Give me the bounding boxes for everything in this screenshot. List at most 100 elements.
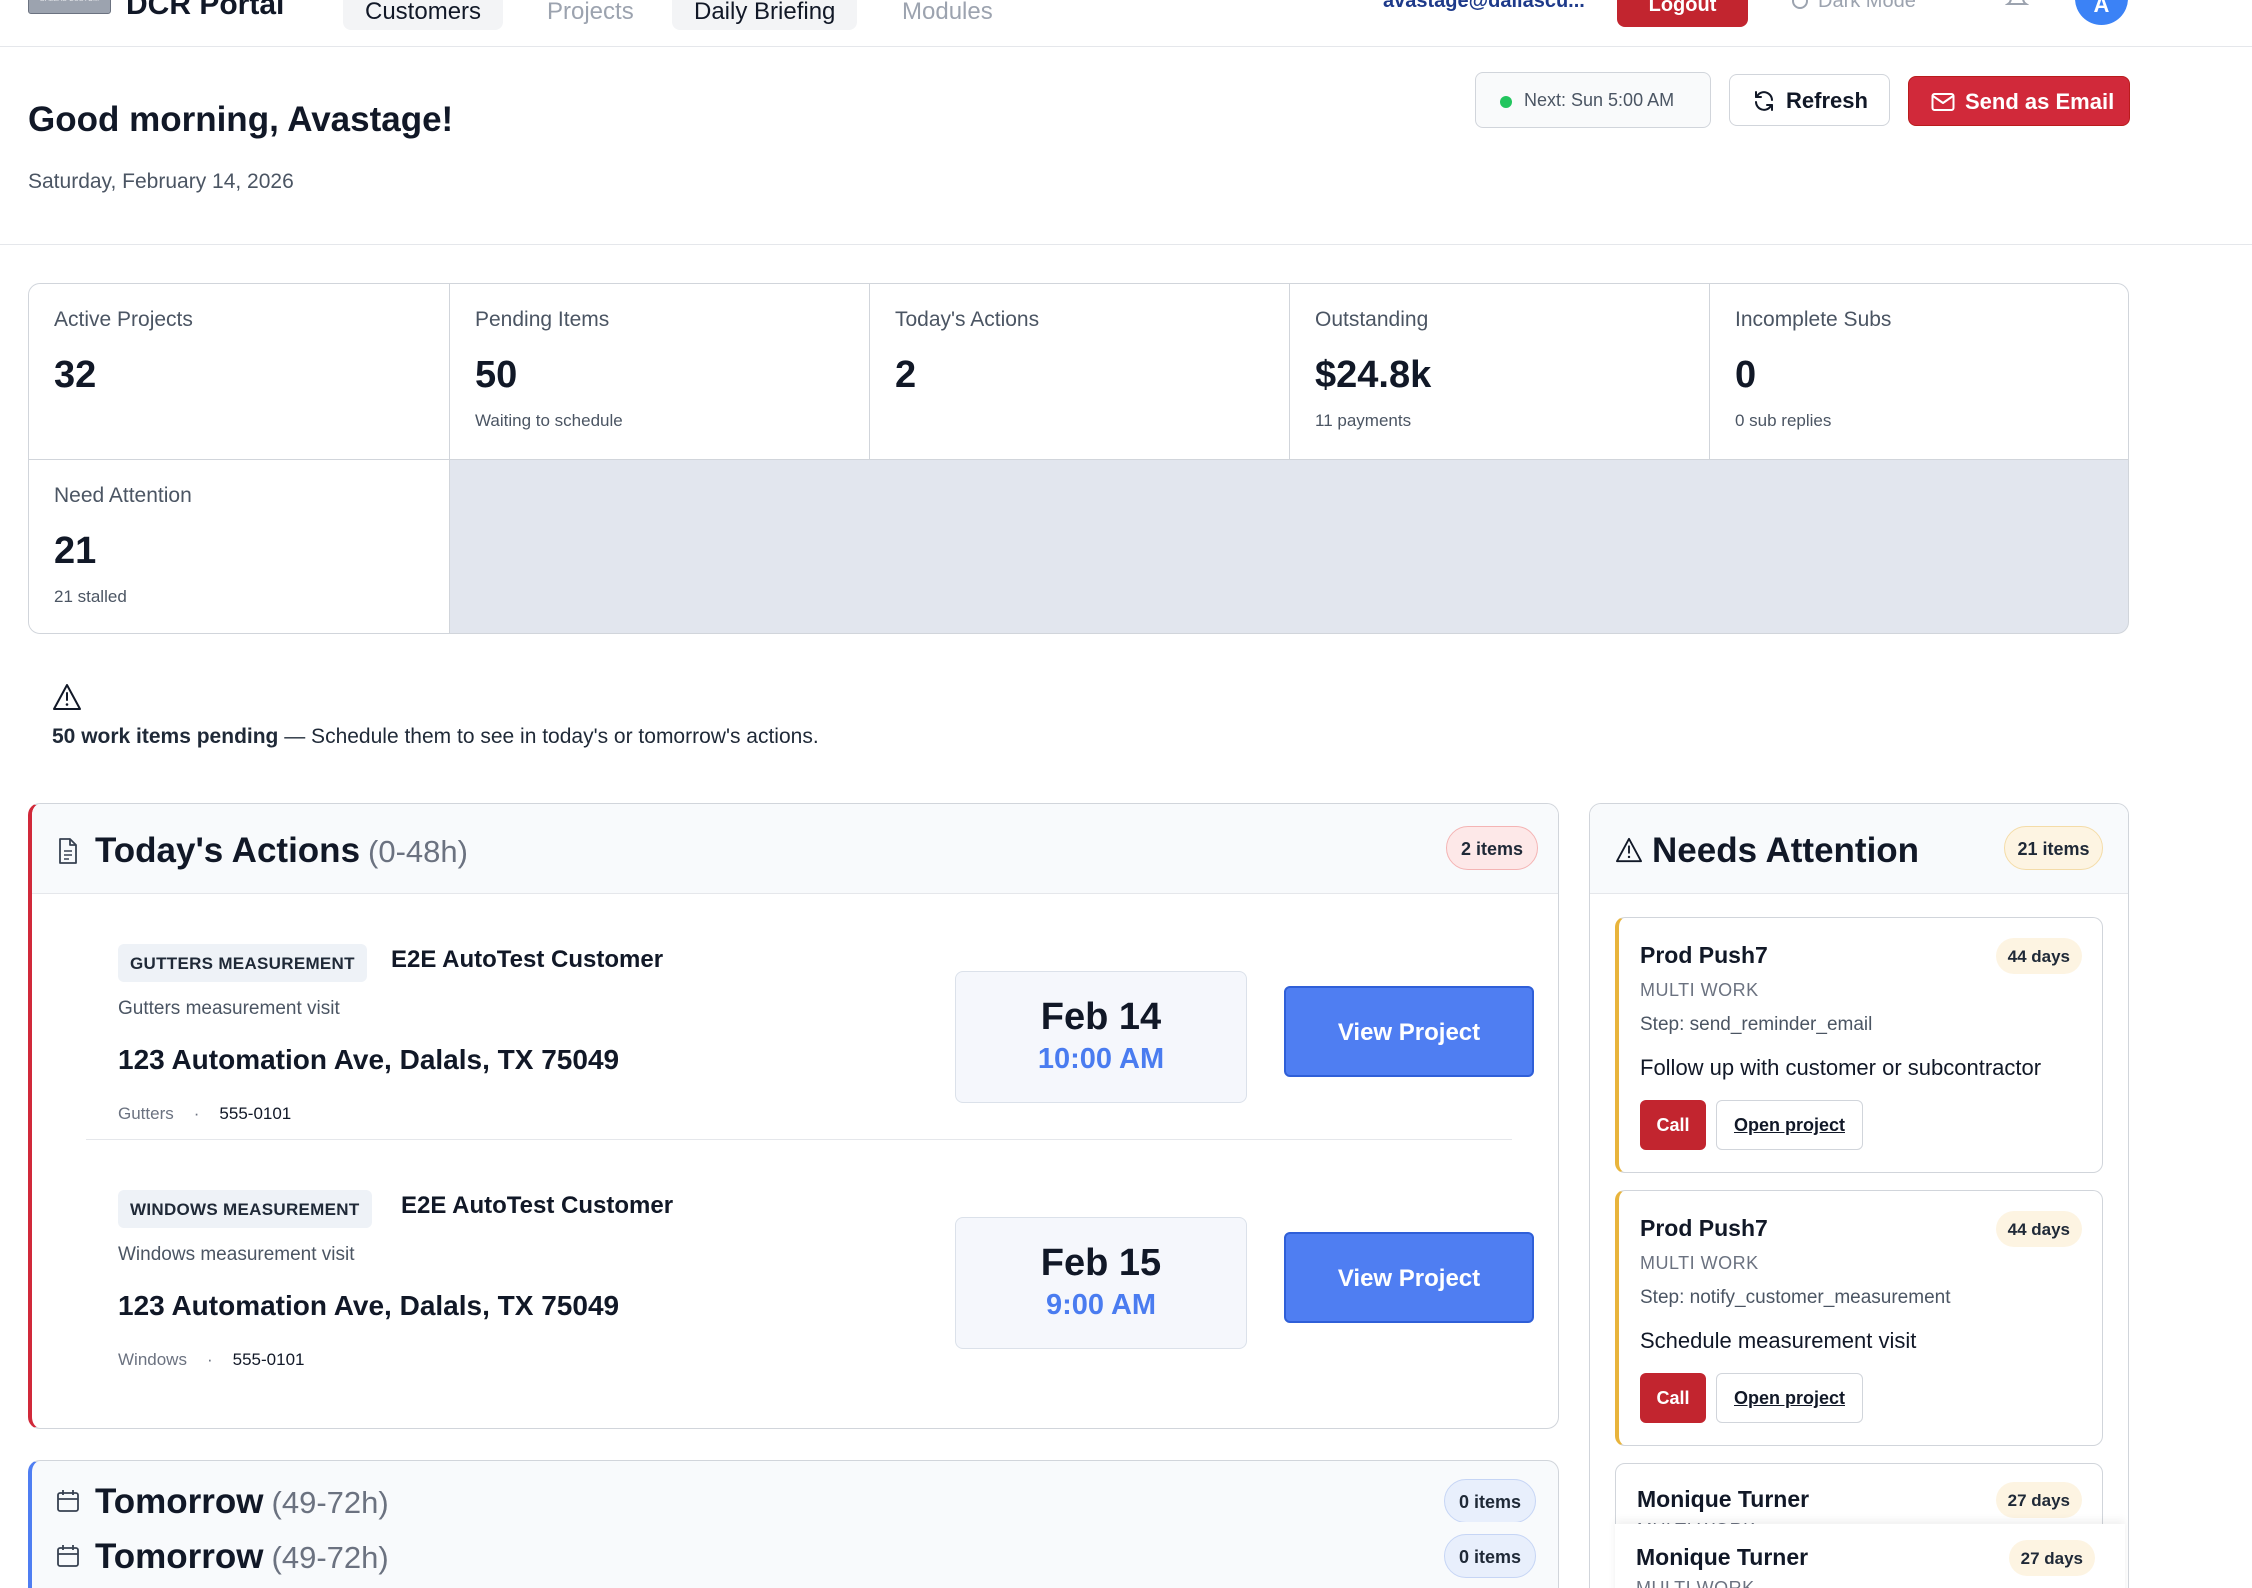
warning-icon — [53, 684, 81, 710]
action-meta: Windows · 555-0101 — [118, 1350, 304, 1370]
stat-label: Incomplete Subs — [1735, 308, 1892, 331]
tab-projects[interactable]: Projects — [525, 0, 656, 30]
customer-name: E2E AutoTest Customer — [401, 1192, 674, 1219]
send-email-label: Send as Email — [1965, 89, 2115, 114]
mail-icon — [1931, 93, 1955, 111]
brand-title[interactable]: DCR Portal — [126, 0, 284, 22]
panel-title-range: (49-72h) — [271, 1540, 389, 1575]
action-description: Gutters measurement visit — [118, 998, 340, 1019]
work-type: MULTI WORK — [1640, 1253, 1759, 1273]
stat-subtext: Waiting to schedule — [475, 411, 623, 430]
meta-separator: · — [193, 1104, 200, 1123]
attention-project-name: Monique Turner — [1636, 1544, 1809, 1570]
document-icon — [59, 838, 77, 864]
stat-incomplete-subs[interactable]: Incomplete Subs 0 0 sub replies — [1710, 284, 2128, 460]
stat-todays-actions[interactable]: Today's Actions 2 — [870, 284, 1290, 460]
action-phone[interactable]: 555-0101 — [233, 1350, 305, 1369]
stat-label: Today's Actions — [895, 308, 1040, 331]
open-project-button[interactable]: Open project — [1716, 1100, 1863, 1150]
stat-need-attention[interactable]: Need Attention 21 21 stalled — [29, 460, 450, 633]
tomorrow-panel-sticky: Tomorrow (49-72h) 0 items — [28, 1522, 1559, 1588]
work-type: MULTI WORK — [1636, 1578, 1755, 1588]
stat-pending-items[interactable]: Pending Items 50 Waiting to schedule — [450, 284, 870, 460]
view-project-button[interactable]: View Project — [1284, 1232, 1534, 1323]
action-address: 123 Automation Ave, Dalals, TX 75049 — [118, 1044, 620, 1075]
meta-separator: · — [206, 1350, 213, 1369]
stat-value: 21 — [54, 530, 97, 572]
stat-value: 32 — [54, 354, 97, 396]
call-button[interactable]: Call — [1640, 1100, 1706, 1150]
dark-mode-label: Dark Mode — [1818, 0, 1916, 12]
scheduled-date: Feb 14 — [1040, 996, 1162, 1038]
bell-icon[interactable] — [2005, 0, 2029, 8]
days-stalled-badge: 27 days — [1995, 1482, 2082, 1518]
workflow-step: Step: send_reminder_email — [1640, 1014, 1873, 1035]
view-project-button[interactable]: View Project — [1284, 986, 1534, 1077]
stat-label: Need Attention — [54, 484, 192, 507]
stat-label: Outstanding — [1315, 308, 1429, 331]
panel-title-text: Tomorrow — [95, 1482, 264, 1521]
stat-active-projects[interactable]: Active Projects 32 — [29, 284, 450, 460]
scheduled-time: 10:00 AM — [1037, 1043, 1165, 1075]
next-run-indicator: Next: Sun 5:00 AM — [1475, 72, 1711, 128]
todays-actions-panel: Today's Actions (0-48h) 2 items GUTTERS M… — [28, 803, 1559, 1429]
days-stalled-badge: 27 days — [2008, 1540, 2095, 1576]
panel-title: Tomorrow (49-72h) — [95, 1537, 389, 1577]
open-project-button[interactable]: Open project — [1716, 1373, 1863, 1423]
action-meta: Gutters · 555-0101 — [118, 1104, 291, 1124]
action-item: WINDOWS MEASUREMENT E2E AutoTest Custome… — [86, 1140, 1534, 1386]
refresh-label: Refresh — [1786, 88, 1868, 113]
stat-subtext: 0 sub replies — [1735, 411, 1832, 430]
panel-title-text: Today's Actions — [95, 831, 361, 870]
company-logo[interactable]: DALLAS CUSTOM ROOFING — [28, 0, 111, 14]
tab-daily-briefing[interactable]: Daily Briefing — [672, 0, 858, 30]
attention-message: Schedule measurement visit — [1640, 1328, 1917, 1353]
stat-value: 0 — [1735, 354, 1757, 396]
dark-mode-toggle[interactable]: Dark Mode — [1792, 0, 1916, 13]
stat-subtext: 21 stalled — [54, 587, 127, 606]
stat-outstanding[interactable]: Outstanding $24.8k 11 payments — [1290, 284, 1710, 460]
action-address: 123 Automation Ave, Dalals, TX 75049 — [118, 1290, 620, 1321]
avatar[interactable]: A — [2075, 0, 2128, 25]
panel-header: Needs Attention 21 items — [1590, 804, 2128, 894]
current-date: Saturday, February 14, 2026 — [28, 170, 294, 193]
needs-attention-panel: Needs Attention 21 items Prod Push7 44 d… — [1589, 803, 2129, 1588]
customer-name: E2E AutoTest Customer — [391, 946, 664, 973]
action-item: GUTTERS MEASUREMENT E2E AutoTest Custome… — [86, 894, 1534, 1140]
panel-title: Today's Actions (0-48h) — [95, 831, 468, 871]
days-stalled-badge: 44 days — [1995, 938, 2082, 974]
call-button[interactable]: Call — [1640, 1373, 1706, 1423]
tab-customers[interactable]: Customers — [343, 0, 504, 30]
attention-card: Prod Push7 44 days MULTI WORK Step: send… — [1615, 917, 2103, 1173]
action-phone[interactable]: 555-0101 — [219, 1104, 291, 1123]
logout-button[interactable]: Logout — [1617, 0, 1748, 27]
panel-header: Today's Actions (0-48h) 2 items — [32, 804, 1558, 894]
refresh-button[interactable]: Refresh — [1729, 74, 1890, 126]
attention-project-name: Prod Push7 — [1640, 1215, 1768, 1241]
pending-warning-count: 50 work items pending — [52, 725, 279, 748]
attention-project-name: Prod Push7 — [1640, 942, 1768, 968]
count-badge: 2 items — [1446, 826, 1538, 870]
top-nav: DALLAS CUSTOM ROOFING DCR Portal Custome… — [0, 0, 2252, 47]
user-email: avastage@dallascu... — [1383, 0, 1585, 12]
daily-briefing-page: DALLAS CUSTOM ROOFING DCR Portal Custome… — [0, 0, 2252, 1588]
work-type-tag: WINDOWS MEASUREMENT — [118, 1190, 372, 1228]
action-category: Gutters — [118, 1104, 174, 1123]
refresh-icon — [1755, 91, 1773, 111]
tab-modules[interactable]: Modules — [880, 0, 1015, 30]
work-type: MULTI WORK — [1640, 980, 1759, 1000]
calendar-icon — [57, 1490, 79, 1512]
scheduled-date-box: Feb 14 10:00 AM — [955, 971, 1247, 1103]
count-badge: 21 items — [2004, 826, 2103, 870]
work-type-tag: GUTTERS MEASUREMENT — [118, 944, 367, 982]
stats-grid: Active Projects 32 Pending Items 50 Wait… — [28, 283, 2129, 634]
stat-label: Active Projects — [54, 308, 193, 331]
calendar-icon — [57, 1545, 79, 1567]
warning-icon — [1616, 837, 1642, 863]
header-divider — [0, 244, 2252, 245]
action-category: Windows — [118, 1350, 187, 1369]
send-email-button[interactable]: Send as Email — [1908, 76, 2130, 126]
panel-title: Tomorrow (49-72h) — [95, 1482, 389, 1522]
attention-message: Follow up with customer or subcontractor — [1640, 1055, 2042, 1080]
panel-title: Needs Attention — [1652, 831, 1920, 870]
